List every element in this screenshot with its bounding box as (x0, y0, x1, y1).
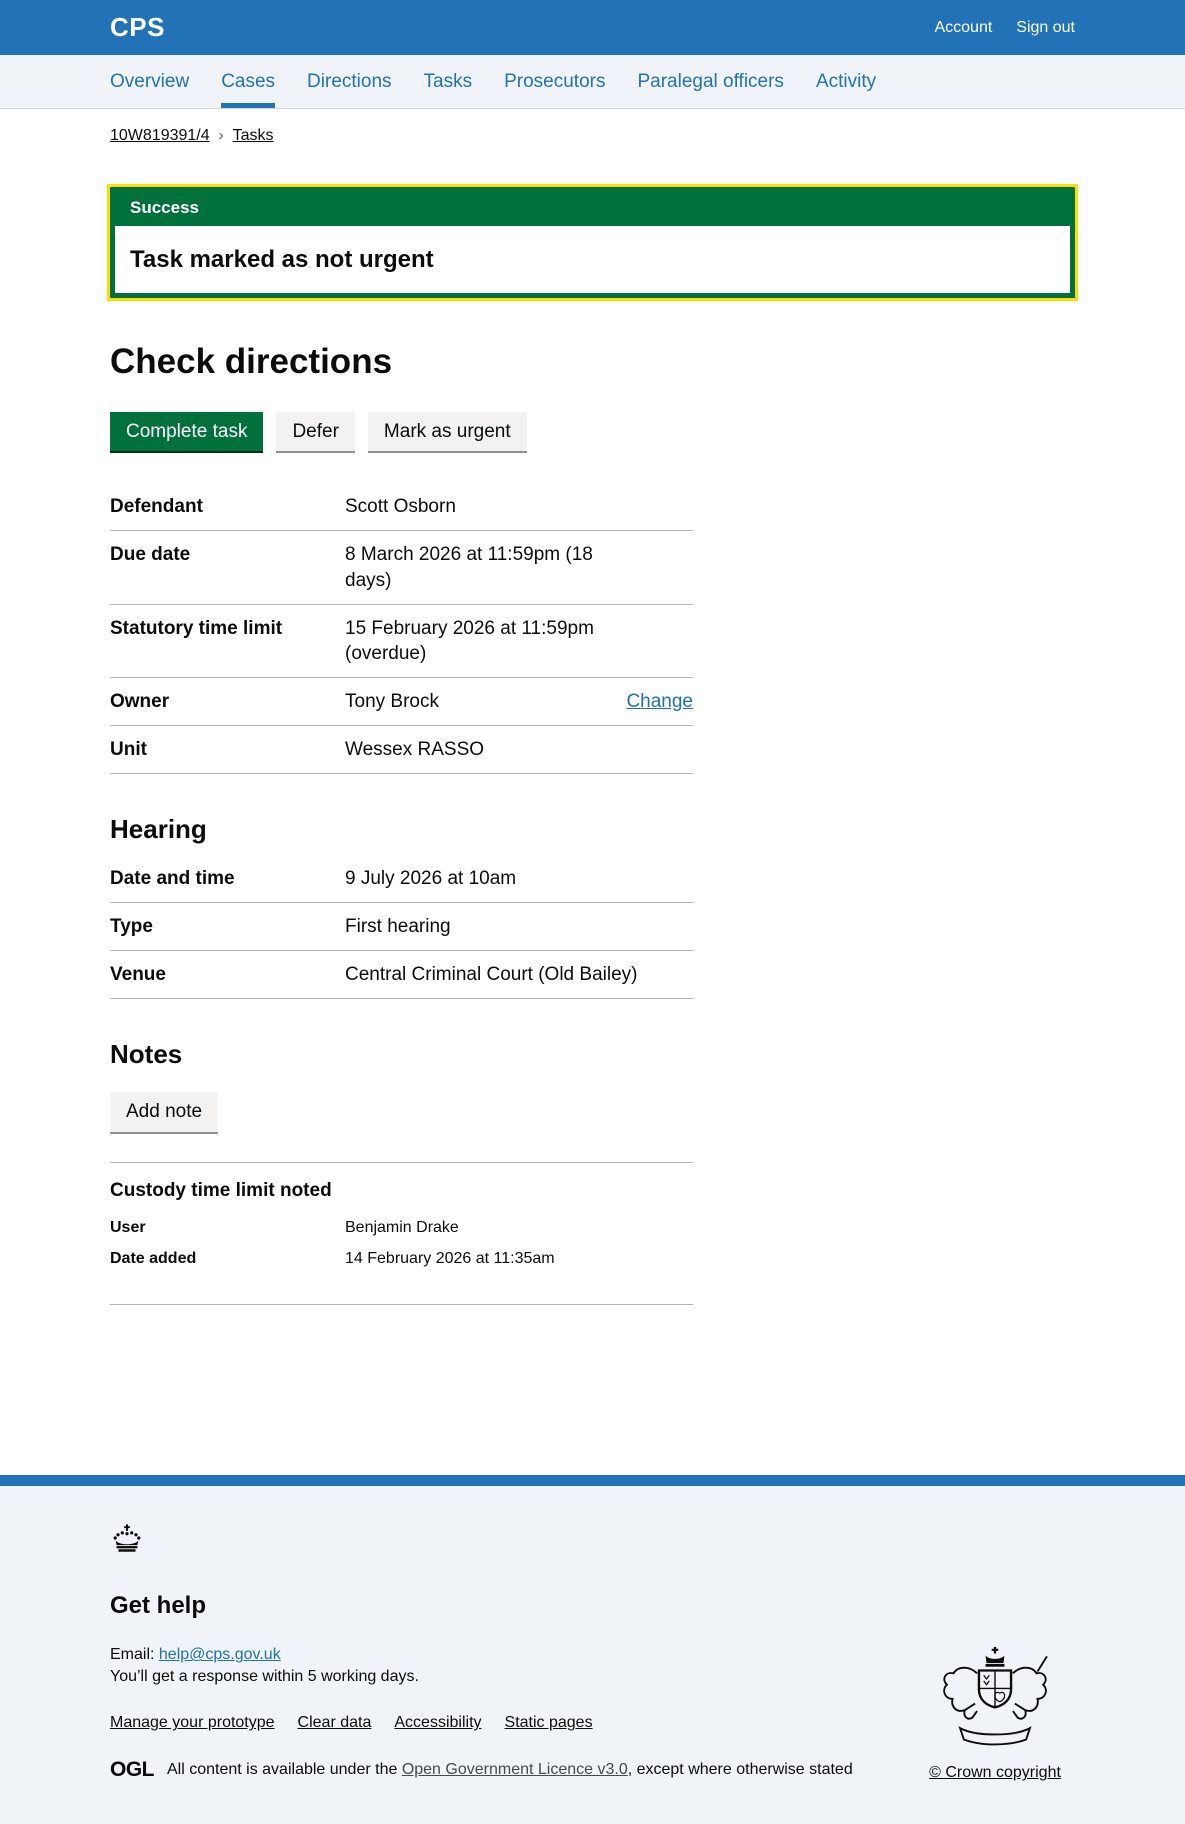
licence-text: All content is available under the Open … (167, 1761, 853, 1779)
detail-row-due-date: Due date 8 March 2026 at 11:59pm (18 day… (110, 531, 693, 605)
primary-nav: Overview Cases Directions Tasks Prosecut… (0, 55, 1185, 109)
nav-item-paralegal-officers[interactable]: Paralegal officers (637, 55, 783, 108)
ogl-logo: OGL (110, 1758, 155, 1782)
ogl-licence-link[interactable]: Open Government Licence v3.0 (402, 1761, 628, 1778)
detail-value: First hearing (345, 916, 451, 938)
detail-key: Date added (110, 1250, 197, 1268)
nav-item-prosecutors[interactable]: Prosecutors (504, 55, 605, 108)
nav-item-cases[interactable]: Cases (221, 55, 276, 108)
breadcrumb-tasks-link[interactable]: Tasks (233, 127, 274, 144)
mark-as-urgent-button[interactable]: Mark as urgent (367, 411, 527, 452)
hearing-row-type: Type First hearing (110, 903, 693, 952)
detail-key: Venue (110, 964, 166, 986)
detail-row-defendant: Defendant Scott Osborn (110, 483, 693, 532)
detail-key: Statutory time limit (110, 617, 283, 639)
detail-row-owner: Owner Tony Brock Change (110, 678, 693, 726)
static-pages-link[interactable]: Static pages (505, 1714, 593, 1732)
detail-row-unit: Unit Wessex RASSO (110, 726, 693, 774)
chevron-right-icon: › (218, 127, 224, 144)
detail-key: Date and time (110, 867, 235, 889)
detail-key: Defendant (110, 496, 203, 518)
section-divider (110, 1162, 693, 1164)
hearing-details-list: Date and time 9 July 2026 at 10am Type F… (110, 855, 693, 1000)
cps-logo[interactable]: CPS (110, 12, 165, 43)
crown-copyright-link[interactable]: © Crown copyright (929, 1764, 1061, 1782)
detail-value: 14 February 2026 at 11:35am (345, 1250, 555, 1268)
detail-value: Central Criminal Court (Old Bailey) (345, 964, 638, 986)
detail-key: Due date (110, 544, 191, 566)
complete-task-button[interactable]: Complete task (110, 411, 264, 452)
success-banner-message: Task marked as not urgent (130, 246, 434, 273)
breadcrumb-case-link[interactable]: 10W819391/4 (110, 127, 210, 144)
notes-heading: Notes (110, 1039, 183, 1070)
detail-key: Unit (110, 738, 147, 760)
custody-details-list: User Benjamin Drake Date added 14 Februa… (110, 1212, 693, 1274)
success-banner-content: Task marked as not urgent (115, 226, 1070, 293)
help-email-link[interactable]: help@cps.gov.uk (159, 1646, 281, 1663)
detail-key: User (110, 1219, 146, 1237)
main-content: 10W819391/4 › Tasks Success Task marked as… (107, 127, 1078, 1475)
task-details-list: Defendant Scott Osborn Due date 8 March … (110, 483, 693, 774)
sign-out-link[interactable]: Sign out (1016, 19, 1075, 37)
detail-value: Tony Brock (345, 690, 439, 712)
account-link[interactable]: Account (934, 19, 992, 37)
hearing-heading: Hearing (110, 813, 207, 844)
email-label: Email: (110, 1646, 155, 1664)
licence-prefix: All content is available under the (167, 1761, 402, 1779)
nav-item-tasks[interactable]: Tasks (424, 55, 473, 108)
nav-item-directions[interactable]: Directions (307, 55, 391, 108)
breadcrumb: 10W819391/4 › Tasks (110, 127, 1075, 145)
detail-value: Benjamin Drake (345, 1219, 459, 1237)
detail-value: Scott Osborn (345, 496, 456, 518)
add-note-button[interactable]: Add note (110, 1092, 219, 1133)
footer-meta-links: Manage your prototype Clear data Accessi… (110, 1714, 915, 1732)
get-help-heading: Get help (110, 1592, 207, 1620)
footer-accent-bar (0, 1475, 1185, 1487)
detail-value: 15 February 2026 at 11:59pm (overdue) (345, 617, 594, 664)
detail-value: 9 July 2026 at 10am (345, 867, 517, 889)
licence-suffix: , except where otherwise stated (627, 1761, 853, 1779)
manage-prototype-link[interactable]: Manage your prototype (110, 1714, 275, 1732)
custody-row-date-added: Date added 14 February 2026 at 11:35am (110, 1243, 693, 1274)
success-banner-header: Success (115, 192, 1070, 226)
detail-key: Type (110, 916, 153, 938)
defer-button[interactable]: Defer (276, 411, 355, 452)
detail-row-statutory-time-limit: Statutory time limit 15 February 2026 at… (110, 605, 693, 678)
response-note: You’ll get a response within 5 working d… (110, 1667, 419, 1685)
section-divider (110, 1304, 693, 1306)
app-footer: Get help Email: help@cps.gov.uk You’ll g… (0, 1486, 1185, 1824)
crown-icon (110, 1524, 915, 1558)
change-owner-link[interactable]: Change (626, 691, 693, 712)
detail-action: Change (626, 689, 693, 714)
nav-item-overview[interactable]: Overview (110, 55, 189, 108)
accessibility-link[interactable]: Accessibility (394, 1714, 481, 1732)
success-banner-title: Success (130, 198, 199, 217)
hearing-row-date-time: Date and time 9 July 2026 at 10am (110, 855, 693, 904)
custody-heading: Custody time limit noted (110, 1180, 332, 1202)
detail-value: 8 March 2026 at 11:59pm (18 days) (345, 544, 593, 591)
hearing-row-venue: Venue Central Criminal Court (Old Bailey… (110, 951, 693, 1000)
header-links: Account Sign out (934, 19, 1075, 37)
detail-value: Wessex RASSO (345, 738, 485, 760)
custody-row-user: User Benjamin Drake (110, 1212, 693, 1243)
clear-data-link[interactable]: Clear data (298, 1714, 372, 1732)
nav-item-activity[interactable]: Activity (816, 55, 876, 108)
page-title: Check directions (110, 342, 393, 381)
task-action-buttons: Complete task Defer Mark as urgent (110, 411, 1075, 452)
success-banner: Success Task marked as not urgent (107, 184, 1078, 301)
detail-key: Owner (110, 690, 170, 712)
app-header: CPS Account Sign out (0, 0, 1185, 55)
